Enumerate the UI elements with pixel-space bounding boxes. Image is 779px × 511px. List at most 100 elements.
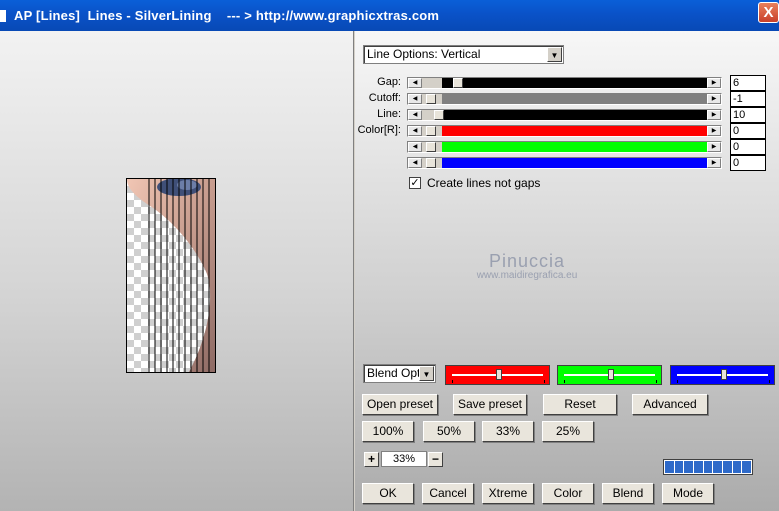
title-bar: AP [Lines] Lines - SilverLining --- > ht…	[0, 0, 779, 31]
progress-segment	[713, 461, 723, 473]
gap-track[interactable]	[422, 78, 707, 88]
tick-mark	[564, 380, 565, 383]
tick-mark	[769, 380, 770, 383]
arrow-right-icon[interactable]: ▶	[707, 94, 721, 104]
color-blue-track[interactable]	[422, 158, 707, 168]
line-thumb[interactable]	[434, 110, 445, 120]
color-red-value-field[interactable]: 0	[730, 123, 766, 139]
progress-segment	[742, 461, 752, 473]
color-blue-thumb[interactable]	[426, 158, 436, 168]
arrow-right-icon[interactable]: ▶	[707, 110, 721, 120]
green-blend-slider[interactable]	[557, 365, 662, 385]
arrow-left-icon[interactable]: ◀	[408, 110, 422, 120]
color-red-track[interactable]	[422, 126, 707, 136]
color-button[interactable]: Color	[542, 483, 594, 504]
progress-segment	[674, 461, 684, 473]
progress-bar	[663, 459, 753, 475]
zoom-level-field[interactable]: 33%	[381, 451, 427, 467]
blend-thumb[interactable]	[496, 369, 502, 380]
arrow-left-icon[interactable]: ◀	[408, 94, 422, 104]
open-preset-button[interactable]: Open preset	[362, 394, 438, 415]
color-red-slider[interactable]: ◀ ▶	[407, 125, 722, 137]
tick-mark	[677, 380, 678, 383]
color-red-thumb[interactable]	[426, 126, 436, 136]
chevron-down-icon[interactable]: ▼	[419, 366, 434, 381]
create-lines-option[interactable]: ✓ Create lines not gaps	[409, 176, 540, 190]
blend-thumb[interactable]	[608, 369, 614, 380]
arrow-left-icon[interactable]: ◀	[408, 78, 422, 88]
zoom-50-button[interactable]: 50%	[423, 421, 475, 442]
cutoff-value-field[interactable]: -1	[730, 91, 766, 107]
gap-slider[interactable]: ◀ ▶	[407, 77, 722, 89]
color-blue-slider[interactable]: ◀ ▶	[407, 157, 722, 169]
progress-segment	[703, 461, 713, 473]
blend-button[interactable]: Blend	[602, 483, 654, 504]
red-blend-slider[interactable]	[445, 365, 550, 385]
arrow-left-icon[interactable]: ◀	[408, 126, 422, 136]
watermark-url: www.maidiregrafica.eu	[476, 270, 578, 281]
advanced-button[interactable]: Advanced	[632, 394, 708, 415]
zoom-in-button[interactable]: +	[364, 452, 379, 467]
cutoff-track[interactable]	[422, 94, 707, 104]
color-green-value-field[interactable]: 0	[730, 139, 766, 155]
line-options-dropdown[interactable]: Line Options: Vertical ▼	[363, 45, 564, 64]
color-green-thumb[interactable]	[426, 142, 436, 152]
blend-thumb[interactable]	[721, 369, 727, 380]
tick-mark	[656, 380, 657, 383]
color-red-color-bar	[442, 126, 707, 136]
line-color-bar	[442, 110, 707, 120]
preview-image[interactable]	[126, 178, 216, 373]
tick-mark	[544, 380, 545, 383]
color-green-slider[interactable]: ◀ ▶	[407, 141, 722, 153]
progress-segment	[732, 461, 742, 473]
arrow-left-icon[interactable]: ◀	[408, 158, 422, 168]
mode-button[interactable]: Mode	[662, 483, 714, 504]
line-track[interactable]	[422, 110, 707, 120]
preview-pane	[0, 31, 354, 511]
line-options-value: Line Options: Vertical	[367, 47, 481, 61]
zoom-100-button[interactable]: 100%	[362, 421, 414, 442]
arrow-right-icon[interactable]: ▶	[707, 78, 721, 88]
blue-blend-slider[interactable]	[670, 365, 775, 385]
line-slider[interactable]: ◀ ▶	[407, 109, 722, 121]
gap-label: Gap:	[377, 76, 401, 88]
preview-artwork	[127, 179, 215, 372]
tick-mark	[452, 380, 453, 383]
progress-segment	[723, 461, 732, 473]
gap-thumb[interactable]	[453, 78, 463, 88]
reset-button[interactable]: Reset	[543, 394, 617, 415]
line-value-field[interactable]: 10	[730, 107, 766, 123]
color-blue-color-bar	[442, 158, 707, 168]
gap-value-field[interactable]: 6	[730, 75, 766, 91]
arrow-right-icon[interactable]: ▶	[707, 142, 721, 152]
zoom-25-button[interactable]: 25%	[542, 421, 594, 442]
create-lines-checkbox[interactable]: ✓	[409, 177, 421, 189]
save-preset-button[interactable]: Save preset	[453, 394, 527, 415]
cutoff-label: Cutoff:	[368, 92, 401, 104]
arrow-right-icon[interactable]: ▶	[707, 126, 721, 136]
arrow-left-icon[interactable]: ◀	[408, 142, 422, 152]
line-label: Line:	[377, 108, 401, 120]
create-lines-label: Create lines not gaps	[427, 176, 541, 190]
app-icon	[0, 9, 6, 22]
cutoff-slider[interactable]: ◀ ▶	[407, 93, 722, 105]
progress-segment	[665, 461, 674, 473]
color-blue-value-field[interactable]: 0	[730, 155, 766, 171]
color-green-color-bar	[442, 142, 707, 152]
settings-panel: Line Options: Vertical ▼ Gap: ◀ ▶ 6 Cutoff: ◀…	[355, 31, 779, 511]
watermark: Pinuccia www.maidiregrafica.eu	[467, 251, 587, 281]
cutoff-thumb[interactable]	[426, 94, 436, 104]
cancel-button[interactable]: Cancel	[422, 483, 474, 504]
arrow-right-icon[interactable]: ▶	[707, 158, 721, 168]
gap-color-bar	[442, 78, 707, 88]
xtreme-button[interactable]: Xtreme	[482, 483, 534, 504]
close-button[interactable]: X	[758, 2, 779, 23]
ok-button[interactable]: OK	[362, 483, 414, 504]
cutoff-color-bar	[442, 94, 707, 104]
watermark-name: Pinuccia	[488, 251, 566, 271]
zoom-33-button[interactable]: 33%	[482, 421, 534, 442]
blend-options-dropdown[interactable]: Blend Optio ▼	[363, 364, 436, 383]
color-green-track[interactable]	[422, 142, 707, 152]
zoom-out-button[interactable]: −	[428, 452, 443, 467]
chevron-down-icon[interactable]: ▼	[547, 47, 562, 62]
